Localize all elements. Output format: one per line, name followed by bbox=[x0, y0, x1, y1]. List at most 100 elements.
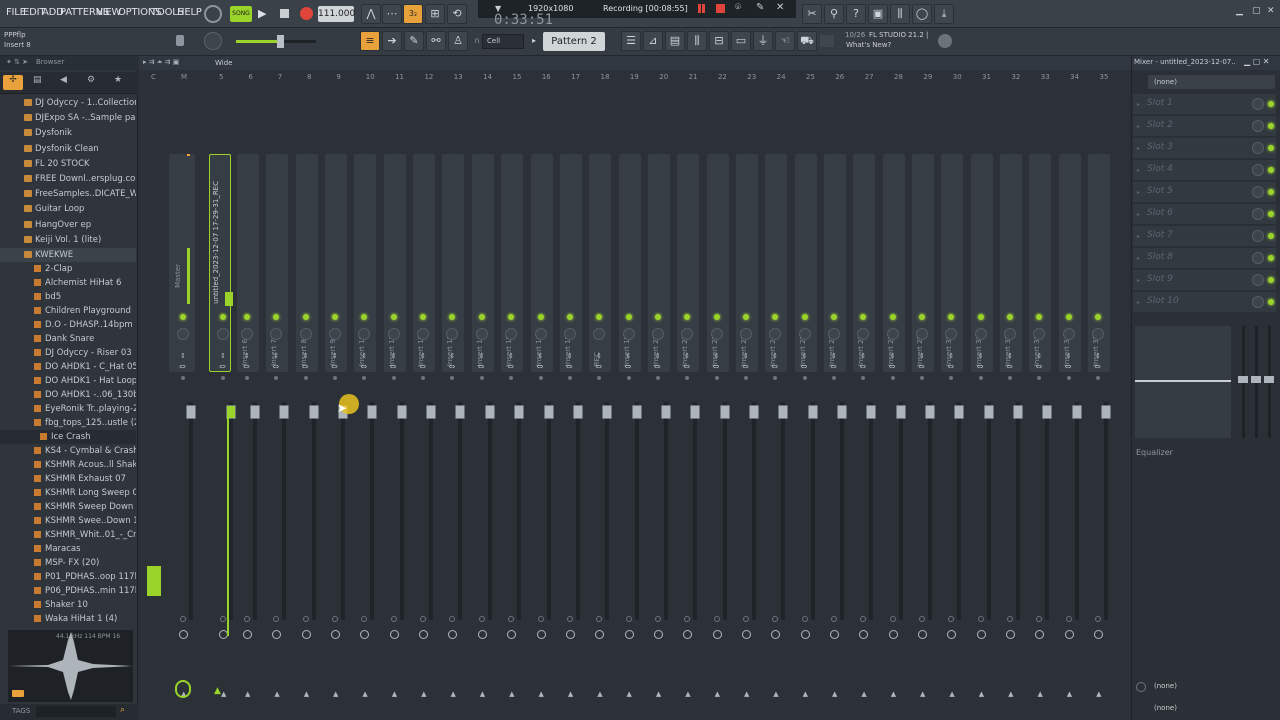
output-icon[interactable] bbox=[683, 630, 693, 639]
update-icon[interactable] bbox=[938, 34, 952, 48]
send-arrow-icon[interactable]: ▲ bbox=[1008, 690, 1013, 698]
mute-led[interactable] bbox=[919, 314, 926, 320]
route-knob[interactable] bbox=[1095, 616, 1102, 622]
route-knob[interactable] bbox=[302, 616, 309, 622]
route-knob[interactable] bbox=[713, 616, 720, 622]
route-knob[interactable] bbox=[654, 616, 661, 622]
browser-nav-icon[interactable]: ✦ ⇅ ➤ bbox=[6, 58, 28, 66]
swap-icon[interactable]: ⇕ bbox=[919, 352, 925, 360]
browser-file[interactable]: DO AHDK1 - Hat Loop 04 bbox=[0, 374, 136, 388]
volume-fader[interactable] bbox=[572, 405, 583, 419]
send-arrow-icon[interactable]: ▲ bbox=[509, 690, 514, 698]
browser-cloud-tab[interactable]: ⚙ bbox=[87, 75, 95, 85]
swap-icon[interactable]: ⇕ bbox=[479, 352, 485, 360]
swap-icon[interactable]: ⇕ bbox=[1036, 352, 1042, 360]
route-knob[interactable] bbox=[273, 616, 280, 622]
stereo-icon[interactable]: ⇔ bbox=[1094, 362, 1101, 371]
browser-folder[interactable]: DJ Odyccy - 1..Collection) bbox=[0, 96, 136, 110]
pan-knob[interactable] bbox=[563, 328, 576, 340]
browser-folder[interactable]: Dysfonik bbox=[0, 126, 136, 140]
output-icon[interactable] bbox=[830, 630, 839, 639]
mute-led[interactable] bbox=[180, 314, 186, 320]
volume-fader[interactable] bbox=[250, 405, 260, 419]
pan-knob[interactable] bbox=[651, 328, 664, 340]
mute-led[interactable] bbox=[713, 314, 720, 320]
pan-knob[interactable] bbox=[886, 328, 899, 340]
brush-icon[interactable]: ✎ bbox=[404, 31, 424, 51]
send-arrow-icon[interactable]: ▲ bbox=[861, 690, 866, 698]
effect-slot[interactable]: Slot 1 ▸ bbox=[1133, 94, 1276, 115]
output-icon[interactable] bbox=[1064, 630, 1074, 639]
send-arrow-icon[interactable]: ▲ bbox=[304, 690, 309, 698]
browser-file[interactable]: KS4 - Cymbal & Crash (26) bbox=[0, 444, 136, 458]
output-icon[interactable] bbox=[888, 630, 898, 639]
browser-folder[interactable]: FREE Downl..ersplug.com) bbox=[0, 172, 136, 186]
touch-icon[interactable]: ☜ bbox=[775, 31, 795, 51]
stereo-icon[interactable]: ⇔ bbox=[419, 362, 426, 371]
stereo-icon[interactable]: ⇔ bbox=[947, 362, 954, 371]
swap-icon[interactable]: ⇕ bbox=[890, 352, 896, 360]
volume-fader[interactable] bbox=[690, 405, 701, 419]
pan-knob[interactable] bbox=[534, 328, 547, 340]
wait-input-icon[interactable]: ⋯ bbox=[382, 4, 402, 24]
stamp-icon[interactable]: ♙ bbox=[448, 31, 468, 51]
stereo-icon[interactable]: ⇔ bbox=[595, 362, 602, 371]
route-knob[interactable] bbox=[361, 616, 368, 622]
browser-file[interactable]: Shaker 10 bbox=[0, 598, 136, 612]
stereo-icon[interactable]: ⇔ bbox=[977, 362, 984, 371]
volume-fader[interactable] bbox=[866, 405, 877, 419]
stereo-icon[interactable]: ⇔ bbox=[360, 362, 367, 371]
volume-fader[interactable] bbox=[925, 405, 936, 419]
browser-file[interactable]: KSHMR_Whit..01_-_Crack bbox=[0, 528, 136, 542]
stereo-icon[interactable]: ⇔ bbox=[1035, 362, 1042, 371]
stereo-icon[interactable]: ⇔ bbox=[713, 362, 720, 371]
output-icon[interactable] bbox=[947, 630, 957, 639]
stereo-icon[interactable]: ⇔ bbox=[801, 362, 808, 371]
route-knob[interactable] bbox=[1065, 616, 1072, 622]
send-arrow-icon[interactable]: ▲ bbox=[744, 690, 749, 698]
pan-knob[interactable] bbox=[739, 328, 752, 340]
send-arrow-icon[interactable]: ▲ bbox=[333, 690, 338, 698]
effect-slot[interactable]: Slot 8 ▸ bbox=[1133, 248, 1276, 269]
send-arrow-icon[interactable]: ▲ bbox=[979, 690, 984, 698]
mute-led[interactable] bbox=[302, 314, 309, 320]
volume-fader[interactable] bbox=[954, 405, 965, 419]
slot-mix-knob[interactable] bbox=[1252, 186, 1264, 198]
mixer-icon[interactable]: ⫼ bbox=[890, 4, 910, 24]
output-icon[interactable] bbox=[1035, 630, 1045, 639]
route-knob[interactable] bbox=[860, 616, 867, 622]
pan-knob[interactable] bbox=[710, 328, 723, 340]
browser-file[interactable]: KSHMR Long Sweep 05 bbox=[0, 486, 136, 500]
stereo-icon[interactable]: ⇔ bbox=[448, 362, 455, 371]
route-knob[interactable] bbox=[332, 616, 339, 622]
volume-fader[interactable] bbox=[484, 405, 495, 419]
output-icon[interactable] bbox=[389, 630, 399, 639]
stereo-icon[interactable]: ⇔ bbox=[625, 362, 632, 371]
swap-icon[interactable]: ⇕ bbox=[802, 352, 808, 360]
loop-record-icon[interactable]: ⟲ bbox=[447, 4, 467, 24]
pan-knob[interactable] bbox=[916, 328, 929, 340]
help-icon[interactable]: ? bbox=[846, 4, 866, 24]
send-arrow-icon[interactable]: ▲ bbox=[274, 690, 279, 698]
swap-icon[interactable]: ⇕ bbox=[567, 352, 573, 360]
output-icon[interactable] bbox=[179, 630, 188, 639]
mixer-view-icon[interactable]: ⫼ bbox=[687, 31, 707, 51]
slot-mix-knob[interactable] bbox=[1252, 98, 1264, 110]
route-knob[interactable] bbox=[566, 616, 573, 622]
browser-file[interactable]: Dank Snare bbox=[0, 332, 136, 346]
mute-led[interactable] bbox=[1065, 314, 1072, 320]
download-icon[interactable]: ⤓ bbox=[934, 4, 954, 24]
stop-recording-icon[interactable] bbox=[716, 4, 725, 13]
slot-mix-knob[interactable] bbox=[1252, 142, 1264, 154]
song-mode-button[interactable]: SONG bbox=[230, 6, 252, 22]
eq-mid-handle[interactable] bbox=[1251, 376, 1261, 383]
route-knob[interactable] bbox=[449, 616, 456, 622]
stereo-icon[interactable]: ⇔ bbox=[566, 362, 573, 371]
send-arrow-icon[interactable]: ▲ bbox=[949, 690, 954, 698]
swap-icon[interactable]: ⇕ bbox=[655, 352, 661, 360]
route-knob[interactable] bbox=[684, 616, 691, 622]
mute-led[interactable] bbox=[654, 314, 661, 320]
pattern-prev-icon[interactable]: ▸ bbox=[532, 36, 536, 45]
stereo-icon[interactable]: ⇔ bbox=[859, 362, 866, 371]
minimize-icon[interactable]: ▁ bbox=[1236, 6, 1243, 16]
